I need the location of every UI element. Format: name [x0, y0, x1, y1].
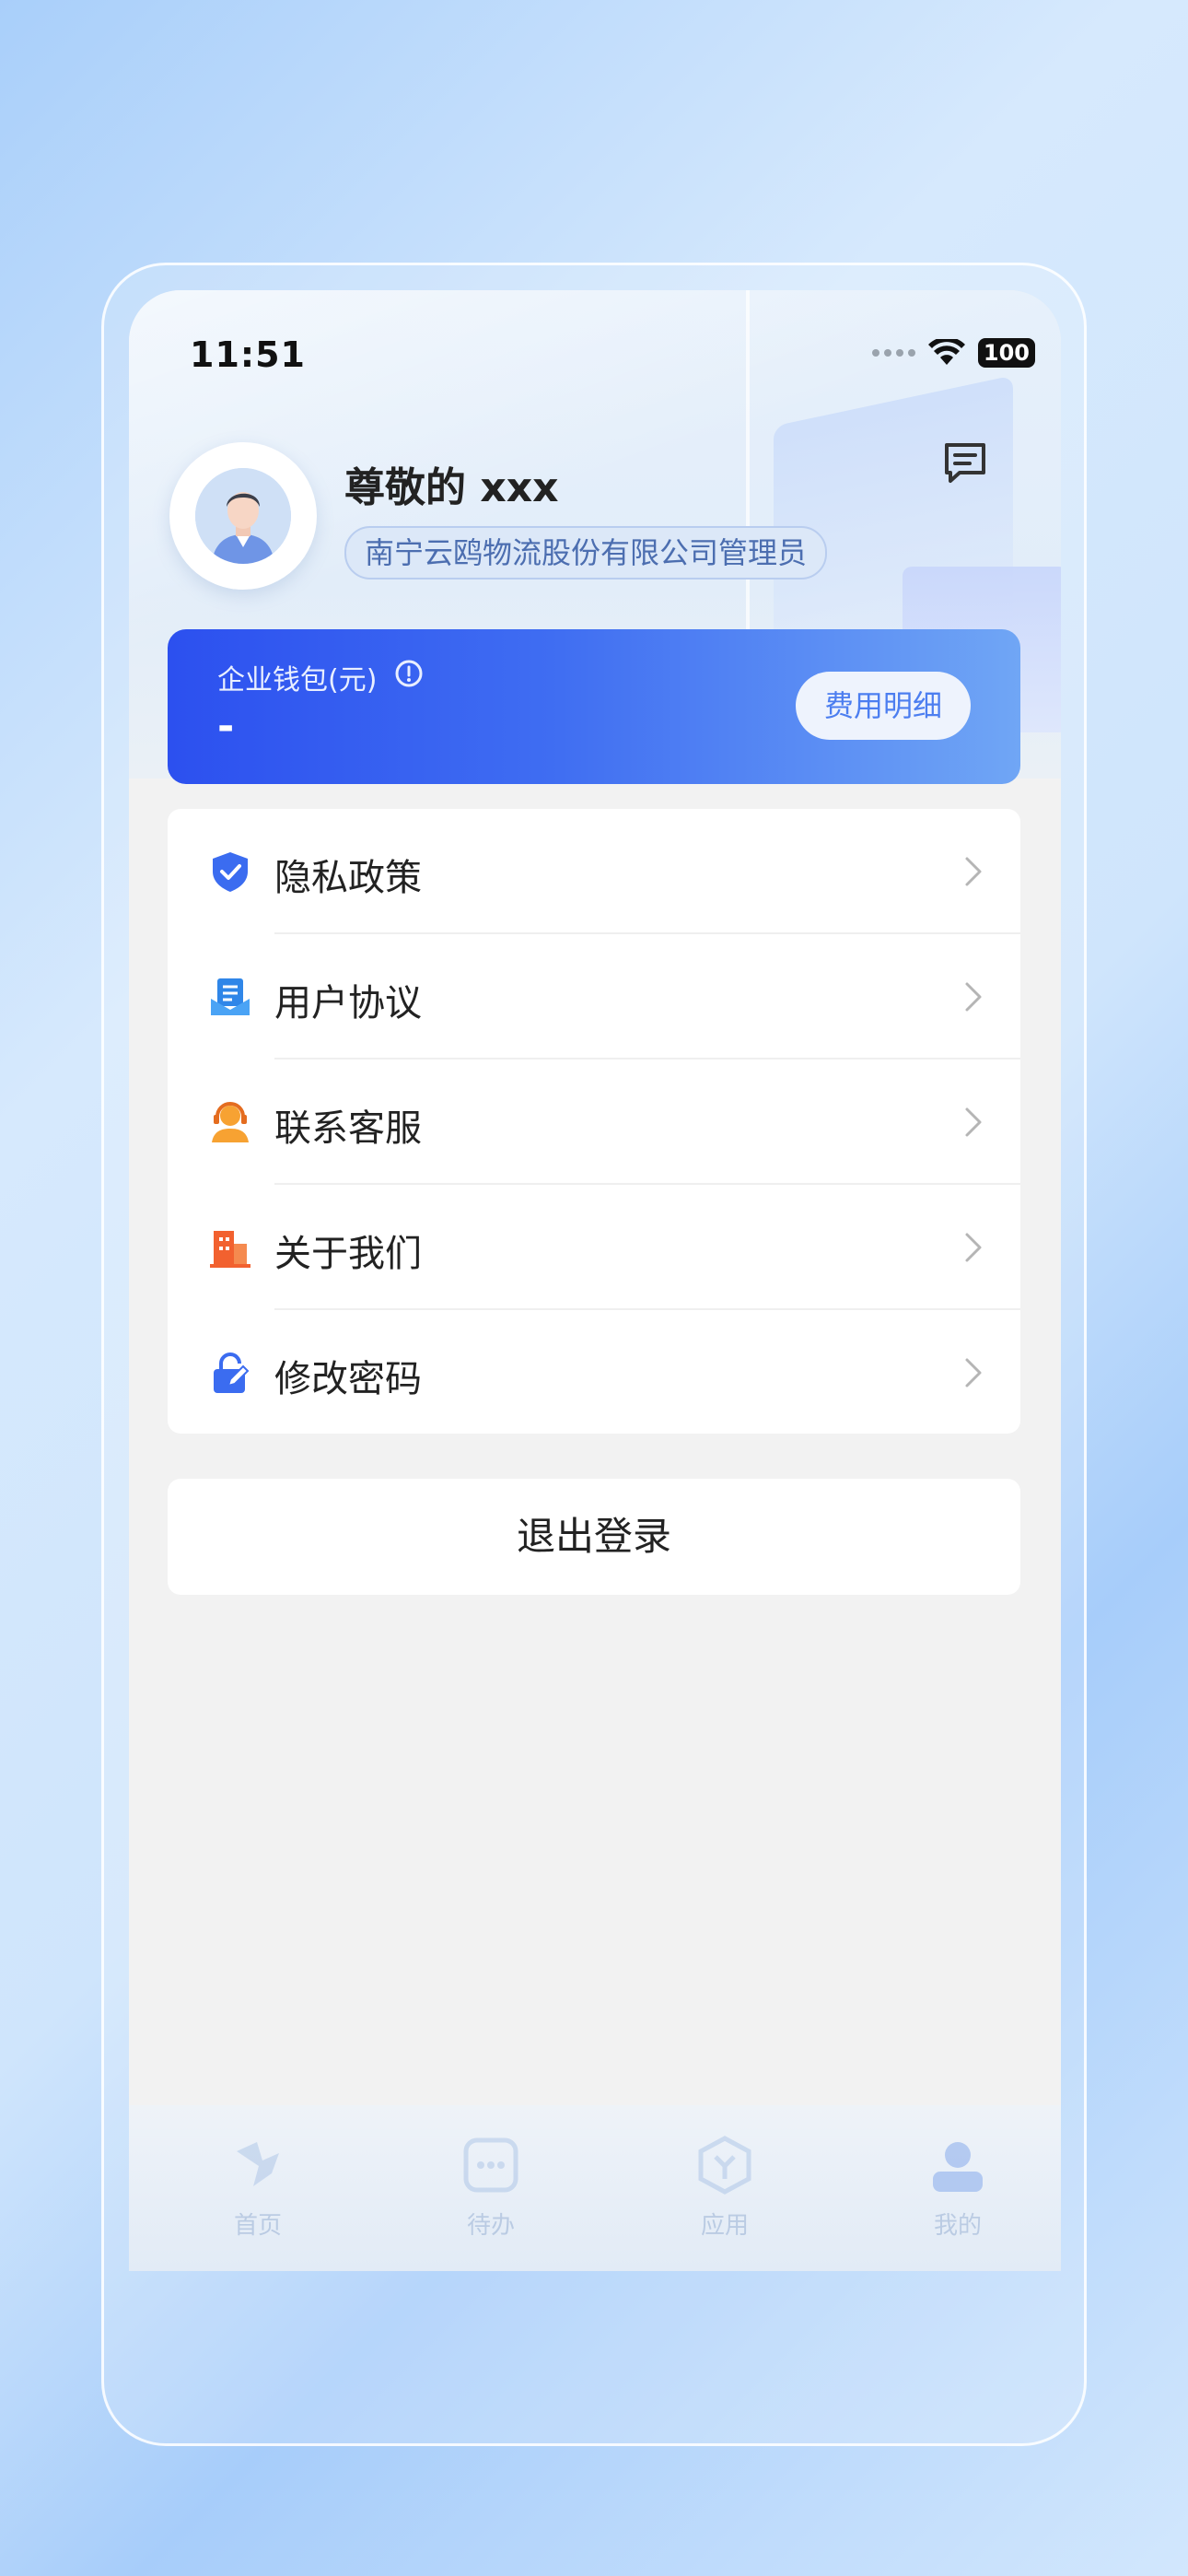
document-icon [211, 978, 250, 1015]
menu-item-change-password[interactable]: 修改密码 [168, 1310, 1020, 1435]
menu-item-customer-service[interactable]: 联系客服 [168, 1060, 1020, 1185]
battery-indicator: 100 [977, 338, 1035, 368]
avatar-image [195, 468, 291, 564]
menu-item-label: 用户协议 [274, 982, 422, 1025]
wallet-label: 企业钱包(元) [217, 664, 378, 697]
wallet-balance: - [217, 703, 235, 750]
avatar[interactable] [169, 442, 317, 590]
apps-icon [698, 2136, 751, 2195]
tab-apps[interactable]: 应用 [665, 2133, 785, 2241]
cellular-signal-icon [871, 349, 915, 357]
tab-profile[interactable]: 我的 [898, 2133, 1018, 2241]
fee-details-button[interactable]: 费用明细 [796, 672, 971, 740]
status-indicators: 100 [871, 338, 1035, 368]
building-icon [210, 1231, 250, 1268]
shield-check-icon [213, 852, 248, 892]
menu-item-about-us[interactable]: 关于我们 [168, 1185, 1020, 1310]
menu-item-privacy-policy[interactable]: 隐私政策 [168, 809, 1020, 934]
tab-todo[interactable]: 待办 [431, 2133, 551, 2241]
user-greeting: 尊敬的 xxx [344, 464, 559, 511]
wallet-card: 企业钱包(元) - 费用明细 [168, 629, 1020, 784]
menu-item-label: 隐私政策 [274, 857, 422, 899]
tab-home[interactable]: 首页 [198, 2133, 318, 2241]
menu-item-label: 修改密码 [274, 1358, 422, 1400]
chevron-right-icon [965, 982, 982, 1012]
chevron-right-icon [965, 1233, 982, 1262]
role-badge: 南宁云鸥物流股份有限公司管理员 [344, 526, 828, 580]
chevron-right-icon [965, 1358, 982, 1388]
settings-menu: 隐私政策 用户协议 联系客服 关于我们 修改密码 [168, 809, 1020, 1434]
menu-item-label: 联系客服 [274, 1107, 422, 1150]
profile-icon [933, 2142, 983, 2192]
lock-edit-icon [214, 1352, 250, 1393]
chevron-right-icon [965, 1107, 982, 1137]
home-icon [237, 2142, 279, 2186]
todo-icon [463, 2137, 518, 2193]
message-icon[interactable] [939, 438, 991, 489]
app-screen: 11:51 100 尊敬的 xxx 南宁云鸥物流股份有限公司管理员 企业钱包(元… [129, 290, 1061, 2271]
menu-item-user-agreement[interactable]: 用户协议 [168, 934, 1020, 1060]
wifi-icon [927, 339, 965, 365]
info-icon[interactable] [394, 659, 424, 688]
bottom-tab-bar: 首页 待办 应用 我的 [129, 2105, 1061, 2271]
logout-button[interactable]: 退出登录 [168, 1479, 1020, 1595]
customer-service-icon [212, 1102, 249, 1142]
chevron-right-icon [965, 857, 982, 886]
status-time: 11:51 [190, 334, 306, 375]
menu-item-label: 关于我们 [274, 1233, 422, 1275]
